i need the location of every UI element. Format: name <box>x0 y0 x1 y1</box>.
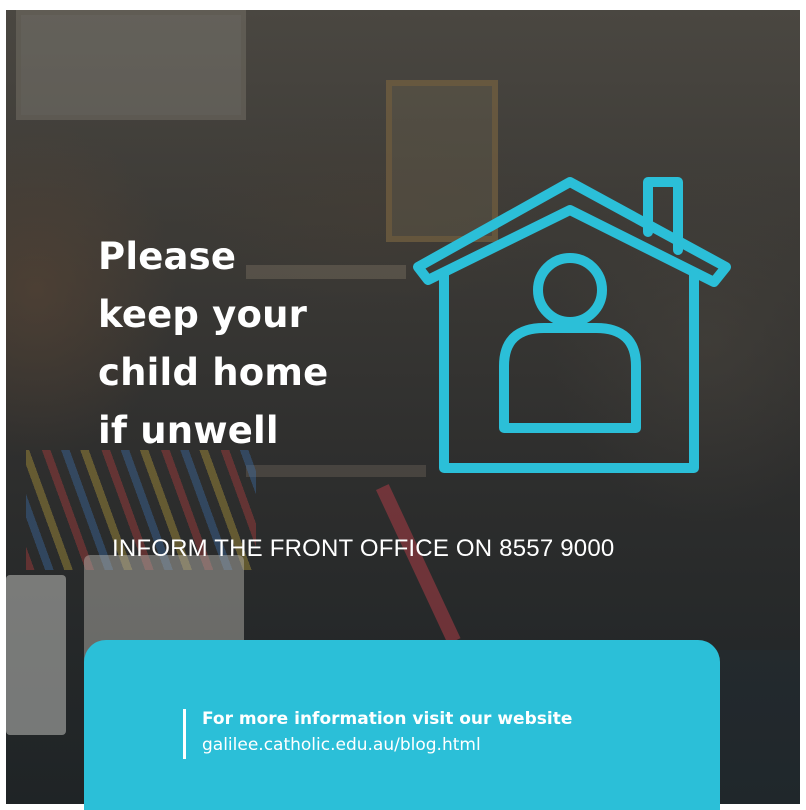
person-head <box>533 253 607 327</box>
background-window <box>16 10 246 120</box>
info-divider <box>183 709 186 759</box>
headline-line-1: Please <box>98 235 237 278</box>
background-pencil-cup-left <box>6 575 66 735</box>
background-shelf-lower <box>246 465 426 477</box>
headline-line-3: child home <box>98 351 329 394</box>
website-link[interactable]: galilee.catholic.edu.au/blog.html <box>202 735 481 755</box>
info-title: For more information visit our website <box>202 709 573 729</box>
headline: Please keep your child home if unwell <box>98 228 328 460</box>
headline-line-2: keep your <box>98 293 308 336</box>
headline-line-4: if unwell <box>98 409 279 452</box>
house-with-person-icon <box>413 177 731 473</box>
contact-instruction: INFORM THE FRONT OFFICE ON 8557 9000 <box>112 535 615 562</box>
person-body <box>499 323 641 433</box>
house-walls <box>439 269 699 473</box>
background-red-pencil <box>376 484 461 645</box>
